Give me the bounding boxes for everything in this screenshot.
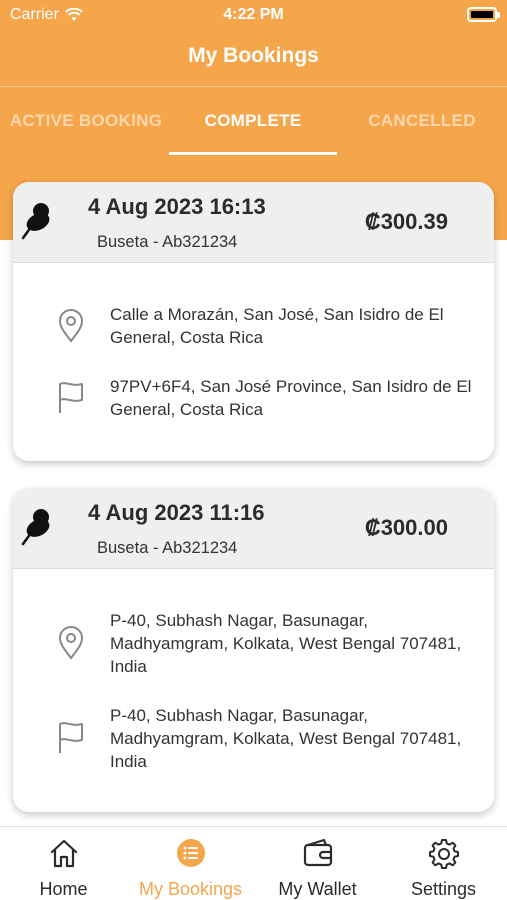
wallet-icon — [303, 838, 332, 867]
active-tab-indicator — [169, 152, 337, 155]
pickup-address: P-40, Subhash Nagar, Basunagar, Madhyamg… — [110, 611, 462, 676]
booking-datetime: 4 Aug 2023 11:16 — [88, 500, 265, 525]
status-time: 4:22 PM — [223, 6, 284, 23]
nav-my-bookings[interactable]: My Bookings — [127, 827, 254, 900]
app-screen: Carrier 4:22 PM My Bookings ACTIVE BOOKI… — [0, 0, 507, 900]
booking-card-header: 4 Aug 2023 16:13 Buseta - Ab321234 ₡300.… — [13, 182, 494, 263]
status-bar: Carrier 4:22 PM — [0, 0, 507, 30]
flag-icon — [59, 722, 83, 753]
location-pin-icon — [58, 626, 84, 660]
nav-home[interactable]: Home — [0, 827, 127, 900]
bottom-nav: Home My Bookings My Wallet Settings — [0, 826, 507, 900]
nav-label: Settings — [410, 879, 477, 899]
flag-icon — [59, 382, 83, 413]
booking-card[interactable]: 4 Aug 2023 11:16 Buseta - Ab321234 ₡300.… — [13, 488, 494, 812]
booking-vehicle: Buseta - Ab321234 — [97, 539, 238, 557]
booking-tabs: ACTIVE BOOKING COMPLETE CANCELLED — [0, 108, 507, 156]
tab-complete[interactable]: COMPLETE — [169, 108, 337, 156]
booking-card[interactable]: 4 Aug 2023 16:13 Buseta - Ab321234 ₡300.… — [13, 182, 494, 461]
nav-my-wallet[interactable]: My Wallet — [254, 827, 381, 900]
dropoff-address: P-40, Subhash Nagar, Basunagar, Madhyamg… — [110, 706, 462, 771]
header-divider — [0, 86, 507, 87]
list-icon — [176, 839, 205, 867]
pickup-address: Calle a Morazán, San José, San Isidro de… — [110, 305, 444, 347]
page-title: My Bookings — [188, 44, 319, 67]
tab-cancelled[interactable]: CANCELLED — [337, 108, 507, 156]
pushpin-icon — [21, 203, 50, 240]
gear-icon — [428, 839, 459, 869]
pushpin-icon — [21, 509, 50, 546]
nav-label: My Bookings — [138, 879, 243, 899]
booking-price: ₡300.00 — [364, 515, 448, 540]
nav-settings[interactable]: Settings — [380, 827, 507, 900]
dropoff-address: 97PV+6F4, San José Province, San Isidro … — [110, 377, 472, 419]
booking-datetime: 4 Aug 2023 16:13 — [88, 194, 266, 219]
nav-label: My Wallet — [278, 879, 357, 899]
battery-icon — [467, 7, 500, 22]
booking-vehicle: Buseta - Ab321234 — [97, 233, 238, 251]
booking-price: ₡300.39 — [364, 209, 448, 234]
booking-card-header: 4 Aug 2023 11:16 Buseta - Ab321234 ₡300.… — [13, 488, 494, 569]
home-icon — [50, 839, 77, 868]
tab-active-booking[interactable]: ACTIVE BOOKING — [0, 108, 172, 156]
nav-label: Home — [39, 879, 88, 899]
location-pin-icon — [58, 309, 84, 343]
